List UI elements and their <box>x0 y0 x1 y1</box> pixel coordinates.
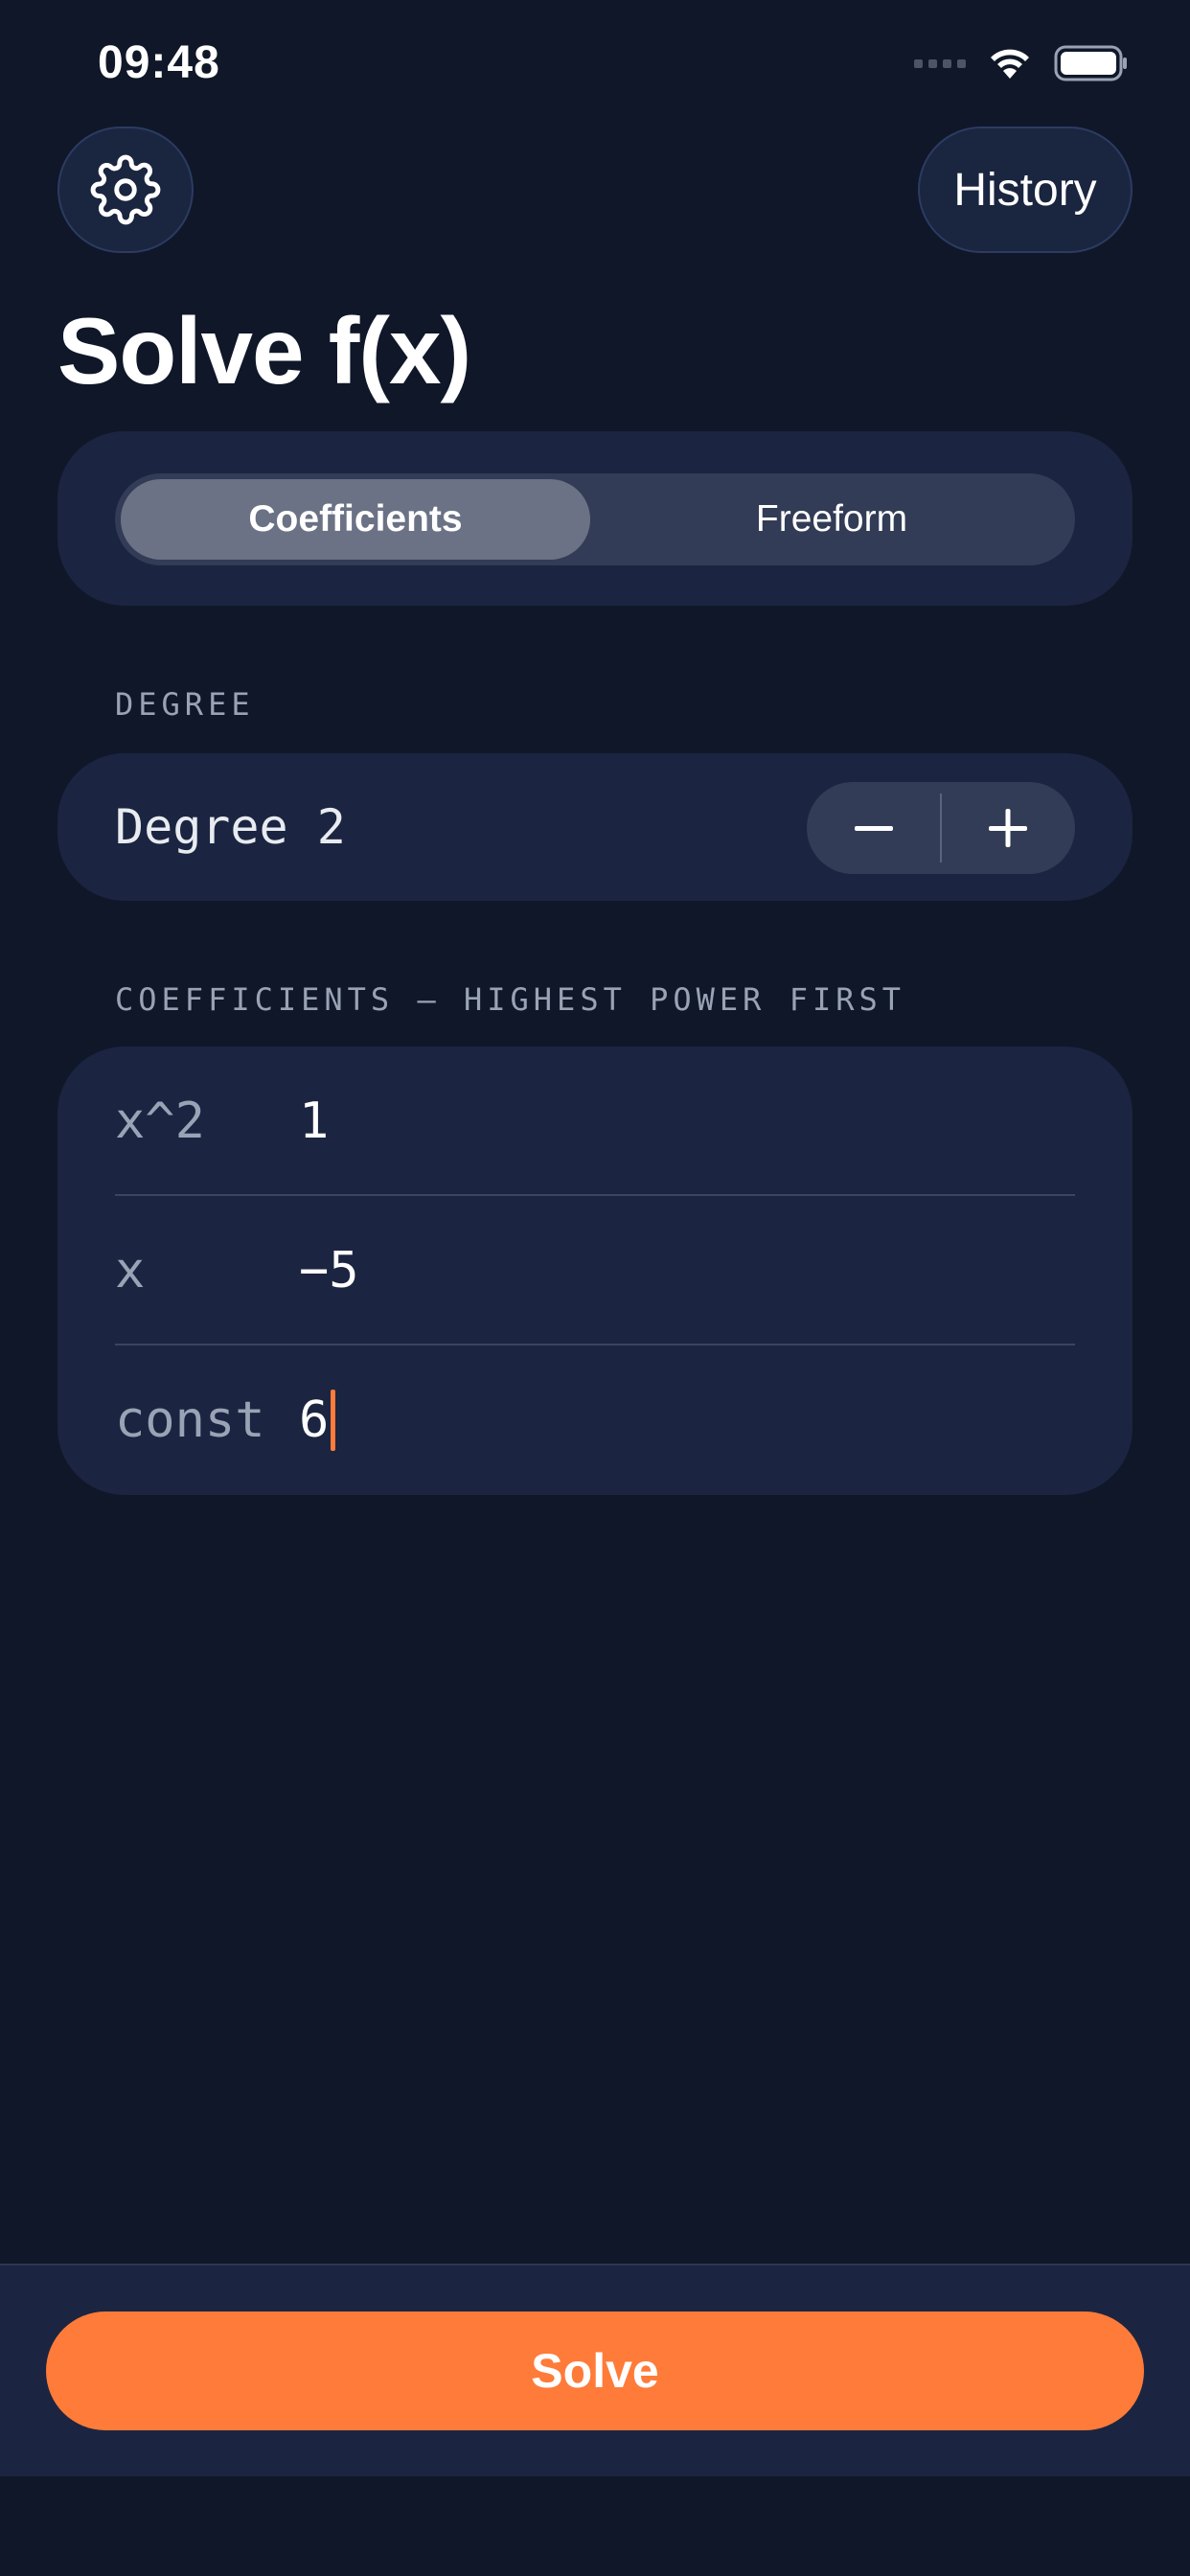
coefficient-input[interactable]: −5 <box>299 1196 359 1346</box>
degree-card: Degree 2 <box>57 753 1133 901</box>
cellular-signal-icon <box>914 58 966 68</box>
status-indicators <box>914 44 1129 82</box>
solver-screen: 09:48 History Solve f(x) Coefficients Fr… <box>0 0 1190 2576</box>
degree-section-label: DEGREE <box>115 686 255 723</box>
wifi-icon <box>991 49 1029 79</box>
coefficient-row[interactable]: const 6 <box>115 1346 1075 1495</box>
degree-stepper <box>807 782 1075 874</box>
coefficient-name: x^2 <box>115 1092 205 1150</box>
solve-button[interactable]: Solve <box>46 2312 1144 2430</box>
minus-icon <box>855 826 893 831</box>
mode-segmented-control: Coefficients Freeform <box>115 473 1075 565</box>
coefficient-input[interactable]: 6 <box>299 1346 336 1495</box>
settings-button[interactable] <box>57 126 194 253</box>
coefficient-input[interactable]: 1 <box>299 1046 329 1196</box>
tab-coefficients[interactable]: Coefficients <box>121 479 590 560</box>
text-cursor <box>331 1390 336 1451</box>
status-time: 09:48 <box>98 37 220 88</box>
plus-icon <box>989 809 1027 847</box>
coefficients-card: x^2 1 x −5 const 6 <box>57 1046 1133 1495</box>
history-button[interactable]: History <box>918 126 1133 253</box>
coefficient-row[interactable]: x −5 <box>115 1196 1075 1346</box>
coefficient-name: const <box>115 1392 265 1449</box>
coefficients-section-label: COEFFICIENTS — HIGHEST POWER FIRST <box>115 981 906 1018</box>
tab-freeform[interactable]: Freeform <box>594 479 1069 560</box>
page-title: Solve f(x) <box>57 298 471 403</box>
coefficient-row[interactable]: x^2 1 <box>115 1046 1075 1196</box>
decrement-button[interactable] <box>807 782 941 874</box>
increment-button[interactable] <box>941 782 1075 874</box>
bottom-bar: Solve <box>0 2264 1190 2476</box>
battery-icon <box>1054 45 1127 81</box>
mode-card: Coefficients Freeform <box>57 431 1133 606</box>
degree-value: Degree 2 <box>115 799 346 855</box>
gear-icon <box>90 154 161 225</box>
coefficient-name: x <box>115 1242 146 1300</box>
